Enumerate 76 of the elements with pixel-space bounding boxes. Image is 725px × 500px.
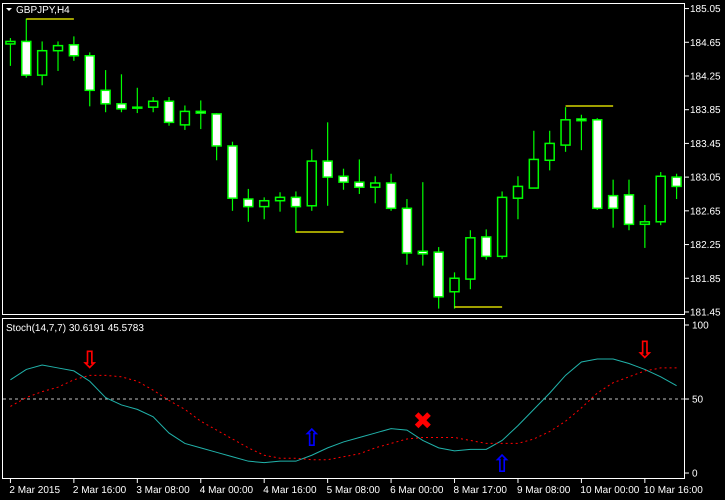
candlestick: [290, 191, 302, 233]
level-line: [566, 105, 614, 107]
price-label: 184.65: [690, 38, 721, 49]
candlestick: [338, 168, 349, 190]
candlestick: [512, 176, 524, 220]
time-label: 9 Mar 08:00: [516, 485, 570, 496]
candlestick: [386, 174, 396, 211]
price-label: 183.45: [690, 138, 721, 150]
candlestick: [68, 36, 80, 61]
price-label: 185.05: [690, 4, 721, 16]
candlestick: [624, 180, 634, 230]
candlestick: [148, 97, 158, 112]
candlestick: [433, 247, 444, 309]
candlestick: [354, 159, 365, 194]
time-label: 2 Mar 16:00: [72, 485, 126, 496]
candlestick: [52, 41, 64, 71]
price-label: 182.65: [690, 206, 721, 218]
candlestick: [449, 272, 460, 309]
candlestick: [496, 191, 508, 259]
signal-icon: ⇩: [80, 346, 100, 374]
candlestick: [370, 176, 380, 204]
candlestick: [116, 74, 127, 112]
time-label: 4 Mar 00:00: [200, 485, 254, 496]
time-label: 5 Mar 08:00: [326, 485, 380, 496]
candlestick: [481, 229, 492, 260]
candlestick: [671, 174, 682, 200]
candlestick: [560, 107, 571, 152]
candlestick: [608, 180, 618, 228]
candlestick: [164, 97, 174, 126]
candlestick: [306, 149, 318, 211]
axis-label: 50: [692, 394, 704, 406]
candlestick: [528, 130, 540, 189]
candlestick: [274, 192, 286, 212]
dropdown-caret-icon[interactable]: [6, 8, 12, 11]
time-label: 2 Mar 2015: [9, 485, 60, 496]
time-label: 10 Mar 00:00: [580, 485, 640, 496]
time-label: 3 Mar 08:00: [136, 485, 190, 496]
price-label: 183.05: [690, 172, 721, 184]
candlestick: [243, 188, 254, 222]
signal-icon: ⇧: [492, 450, 512, 478]
axis-label: 100: [692, 320, 709, 332]
signal-icon: ⇧: [302, 424, 322, 452]
indicator-label: Stoch(14,7,7) 30.6191 45.5783: [6, 323, 144, 334]
candlestick: [84, 52, 95, 106]
candlestick: [132, 88, 143, 114]
candlestick: [211, 113, 222, 160]
candlestick: [5, 38, 16, 66]
candlestick: [21, 18, 32, 78]
candlestick: [36, 41, 48, 86]
time-label: 10 Mar 16:00: [644, 485, 703, 496]
candlestick: [180, 105, 190, 130]
chart-title: GBPJPY,H4: [16, 5, 70, 16]
candlestick: [576, 114, 587, 150]
candlestick: [258, 197, 270, 220]
candlestick: [655, 172, 666, 226]
time-label: 6 Mar 00:00: [390, 485, 444, 496]
price-label: 184.25: [690, 71, 721, 82]
axis-label: 0: [692, 468, 698, 480]
candlestick: [100, 70, 111, 112]
time-label: 8 Mar 17:00: [454, 485, 507, 496]
price-label: 181.85: [690, 274, 721, 285]
level-line: [296, 231, 344, 233]
level-line: [26, 18, 74, 20]
candlestick: [227, 142, 238, 211]
candlestick: [196, 100, 206, 130]
price-label: 182.25: [690, 240, 721, 252]
candlestick: [465, 230, 476, 290]
level-line: [454, 306, 502, 308]
candlestick: [544, 130, 555, 170]
signal-icon: ✖: [412, 407, 433, 435]
time-label: 4 Mar 16:00: [263, 485, 317, 496]
candlestick: [402, 199, 412, 265]
price-label: 183.85: [690, 105, 721, 116]
signal-icon: ⇩: [634, 336, 655, 364]
price-label: 181.45: [690, 307, 721, 318]
candlestick: [640, 204, 650, 248]
